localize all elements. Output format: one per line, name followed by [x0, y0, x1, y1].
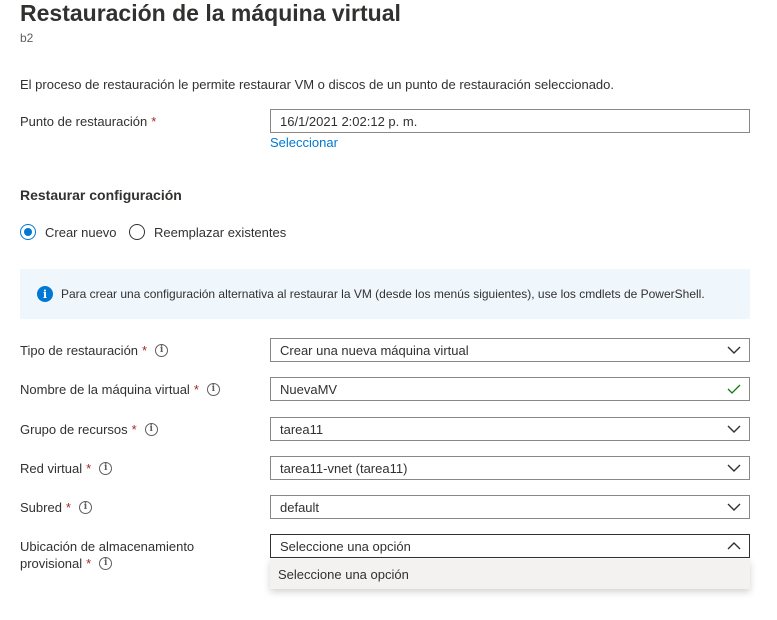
vnet-label: Red virtual * i [20, 461, 113, 476]
staging-dropdown-list: Seleccione una opción [270, 559, 750, 589]
vm-name-label-text: Nombre de la máquina virtual [20, 382, 190, 397]
resource-group-value: tarea11 [280, 421, 324, 437]
info-tooltip-icon[interactable]: i [144, 423, 158, 436]
subnet-value: default [280, 499, 320, 515]
resource-group-dropdown[interactable]: tarea11 [270, 417, 750, 441]
subnet-label-text: Subred [20, 500, 62, 515]
info-tooltip-icon[interactable]: i [99, 462, 113, 475]
chevron-down-icon [719, 464, 749, 472]
staging-location-value: Seleccione una opción [280, 538, 411, 554]
restore-point-label: Punto de restauración * [20, 114, 156, 129]
restore-type-label: Tipo de restauración * i [20, 343, 169, 358]
vnet-value: tarea11-vnet (tarea11) [280, 460, 408, 476]
page-title: Restauración de la máquina virtual [20, 0, 401, 26]
page-subtitle: b2 [20, 31, 34, 45]
radio-replace-existing[interactable]: Reemplazar existentes [129, 224, 286, 240]
subnet-label: Subred * i [20, 500, 92, 515]
chevron-up-icon [719, 542, 749, 550]
required-asterisk: * [86, 461, 92, 476]
resource-group-label: Grupo de recursos * i [20, 422, 158, 437]
restore-type-value: Crear una nueva máquina virtual [280, 342, 469, 358]
staging-label-line2: provisional [20, 556, 83, 571]
required-asterisk: * [65, 500, 71, 515]
description-text: El proceso de restauración le permite re… [20, 77, 614, 92]
staging-location-dropdown[interactable]: Seleccione una opción [270, 534, 750, 558]
restore-point-field[interactable]: 16/1/2021 2:02:12 p. m. [270, 109, 750, 133]
radio-replace-existing-label: Reemplazar existentes [154, 224, 287, 240]
info-tooltip-icon[interactable]: i [78, 501, 92, 514]
vnet-label-text: Red virtual [20, 461, 83, 476]
info-banner: i Para crear una configuración alternati… [20, 269, 750, 319]
vm-name-label: Nombre de la máquina virtual * i [20, 382, 220, 397]
restore-type-label-text: Tipo de restauración [20, 343, 139, 358]
select-restore-point-link[interactable]: Seleccionar [270, 135, 338, 150]
required-asterisk: * [193, 382, 199, 397]
radio-selected-icon [20, 224, 36, 240]
restore-point-label-text: Punto de restauración [20, 114, 148, 129]
restore-config-heading: Restaurar configuración [20, 187, 182, 203]
vm-name-input[interactable]: NuevaMV [270, 377, 750, 401]
info-icon: i [37, 286, 53, 302]
required-asterisk: * [131, 422, 137, 437]
required-asterisk: * [151, 114, 157, 129]
chevron-down-icon [719, 503, 749, 511]
info-tooltip-icon[interactable]: i [155, 344, 169, 357]
required-asterisk: * [142, 343, 148, 358]
subnet-dropdown[interactable]: default [270, 495, 750, 519]
checkmark-icon [719, 384, 749, 394]
radio-create-new-label: Crear nuevo [45, 224, 117, 240]
dropdown-option[interactable]: Seleccione una opción [270, 567, 409, 582]
staging-label-line1: Ubicación de almacenamiento [20, 539, 195, 554]
chevron-down-icon [719, 346, 749, 354]
vm-name-value: NuevaMV [280, 381, 338, 397]
required-asterisk: * [86, 556, 92, 571]
radio-create-new[interactable]: Crear nuevo [20, 224, 117, 240]
radio-unselected-icon [129, 224, 145, 240]
info-tooltip-icon[interactable]: i [99, 557, 113, 570]
resource-group-label-text: Grupo de recursos [20, 422, 128, 437]
chevron-down-icon [719, 425, 749, 433]
info-tooltip-icon[interactable]: i [206, 383, 220, 396]
vnet-dropdown[interactable]: tarea11-vnet (tarea11) [270, 456, 750, 480]
restore-type-dropdown[interactable]: Crear una nueva máquina virtual [270, 338, 750, 362]
info-banner-text: Para crear una configuración alternativa… [61, 287, 705, 301]
restore-point-value: 16/1/2021 2:02:12 p. m. [280, 113, 418, 129]
staging-location-label: Ubicación de almacenamiento provisional … [20, 538, 194, 572]
